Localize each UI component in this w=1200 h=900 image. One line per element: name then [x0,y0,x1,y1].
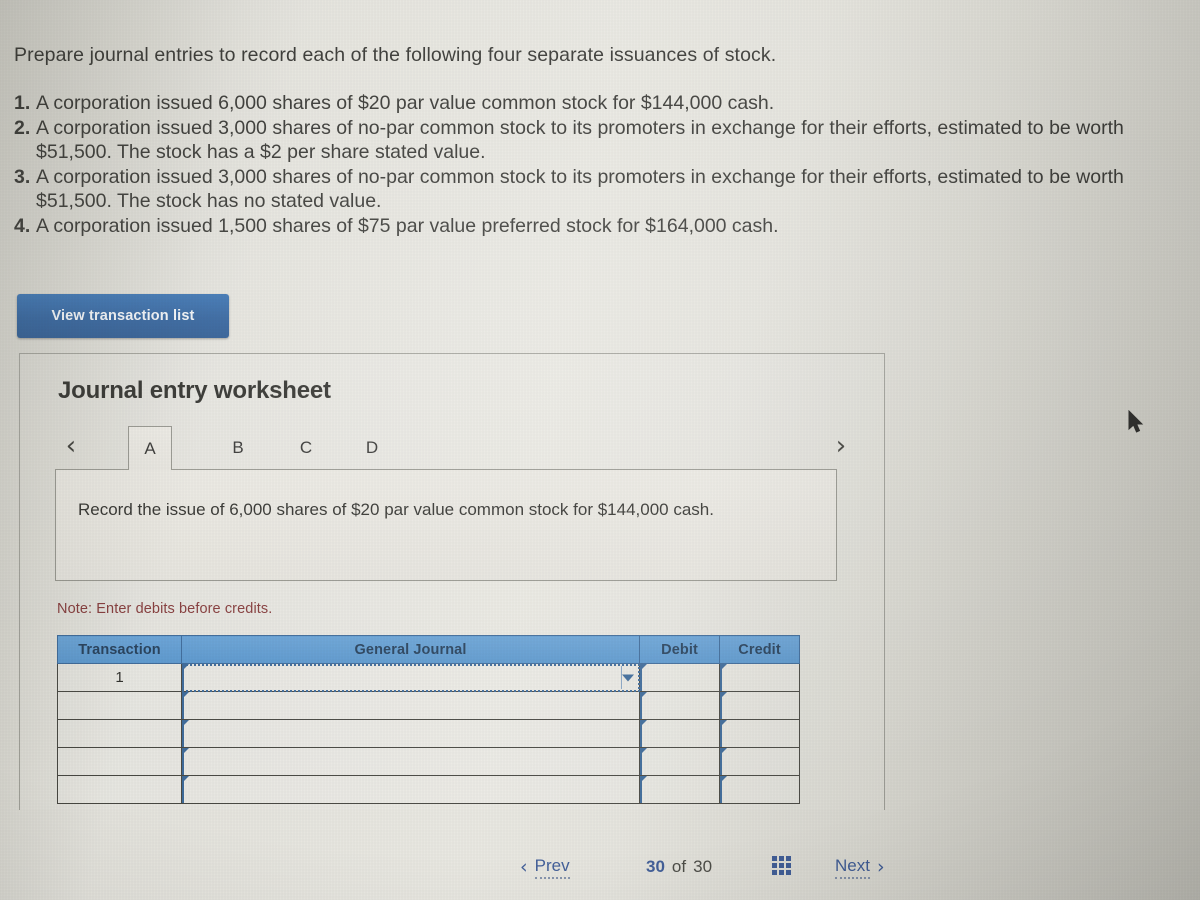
grid-cell [786,870,791,875]
page-total: 30 [693,857,713,876]
prev-button-label: Prev [534,856,570,879]
list-item: 1. A corporation issued 6,000 shares of … [14,91,1194,116]
grid-cell [772,856,777,861]
cell-credit[interactable] [719,719,800,748]
tab-prev-arrow-icon[interactable]: ‹ [58,431,84,461]
grid-cell [786,856,791,861]
journal-entry-table: Transaction General Journal Debit Credit… [57,635,800,804]
screen-content: Prepare journal entries to record each o… [0,0,1200,900]
list-item-number: 2. [14,116,31,139]
cell-transaction[interactable] [57,691,182,720]
grid-cell [779,863,784,868]
cell-transaction[interactable] [57,719,182,748]
instruction-box: Record the issue of 6,000 shares of $20 … [55,469,837,581]
cell-general-journal[interactable] [181,775,640,804]
cell-transaction[interactable] [57,747,182,776]
debits-before-credits-note: Note: Enter debits before credits. [57,601,273,617]
page-of-label: of [671,857,687,876]
cell-credit[interactable] [719,691,800,720]
chevron-left-icon: ‹ [520,856,528,878]
worksheet-tab-strip: ‹ A B C D › [40,424,860,470]
next-button[interactable]: Next › [835,856,885,879]
column-header-general-journal: General Journal [181,635,640,664]
cell-general-journal[interactable] [181,747,640,776]
cell-debit[interactable] [639,691,720,720]
prev-button[interactable]: ‹ Prev [520,856,570,879]
table-row [57,747,800,776]
tab-c[interactable]: C [286,426,326,470]
list-item-number: 3. [14,165,31,188]
grid-icon[interactable] [772,856,791,875]
list-item: 3. A corporation issued 3,000 shares of … [14,165,1194,214]
list-item-text: A corporation issued 6,000 shares of $20… [36,92,775,114]
list-item-number: 4. [14,214,31,237]
page-indicator: 30 of 30 [646,857,712,877]
cell-general-journal[interactable] [181,691,640,720]
cell-debit[interactable] [639,747,720,776]
table-row [57,691,800,720]
table-row [57,719,800,748]
list-item-number: 1. [14,92,31,114]
worksheet-title: Journal entry worksheet [58,377,331,404]
tab-b[interactable]: B [218,426,258,470]
cell-debit[interactable] [639,775,720,804]
cell-transaction[interactable]: 1 [57,663,182,692]
next-button-label: Next [835,856,870,879]
list-item-text: A corporation issued 1,500 shares of $75… [36,214,779,237]
list-item: 2. A corporation issued 3,000 shares of … [14,116,1194,165]
grid-cell [772,863,777,868]
chevron-right-icon: › [876,856,885,878]
grid-cell [779,856,784,861]
column-header-debit: Debit [639,635,720,664]
tab-d[interactable]: D [352,426,392,470]
footer-navigation: ‹ Prev 30 of 30 Next › [510,850,930,884]
cell-general-journal-account-select[interactable] [181,663,640,692]
cell-credit[interactable] [719,775,800,804]
cell-credit[interactable] [719,663,800,692]
tab-next-arrow-icon[interactable]: › [828,431,854,461]
tab-a[interactable]: A [128,426,172,470]
column-header-transaction: Transaction [57,635,182,664]
cell-general-journal[interactable] [181,719,640,748]
view-transaction-list-button[interactable]: View transaction list [17,294,229,338]
table-row [57,775,800,804]
issuance-list: 1. A corporation issued 6,000 shares of … [14,91,1194,238]
instruction-text: Record the issue of 6,000 shares of $20 … [78,500,714,519]
table-header-row: Transaction General Journal Debit Credit [57,635,800,664]
grid-cell [786,863,791,868]
chevron-down-icon[interactable] [622,674,634,681]
grid-cell [779,870,784,875]
mouse-cursor-icon [1128,410,1144,433]
list-item-text: A corporation issued 3,000 shares of no-… [36,116,1124,164]
problem-prompt: Prepare journal entries to record each o… [14,44,777,66]
cell-debit[interactable] [639,719,720,748]
page-current: 30 [646,857,665,876]
list-item: 4. A corporation issued 1,500 shares of … [14,214,1194,239]
cell-transaction[interactable] [57,775,182,804]
cell-credit[interactable] [719,747,800,776]
grid-cell [772,870,777,875]
cell-debit[interactable] [639,663,720,692]
list-item-text: A corporation issued 3,000 shares of no-… [36,165,1124,213]
table-row: 1 [57,663,800,692]
column-header-credit: Credit [719,635,800,664]
